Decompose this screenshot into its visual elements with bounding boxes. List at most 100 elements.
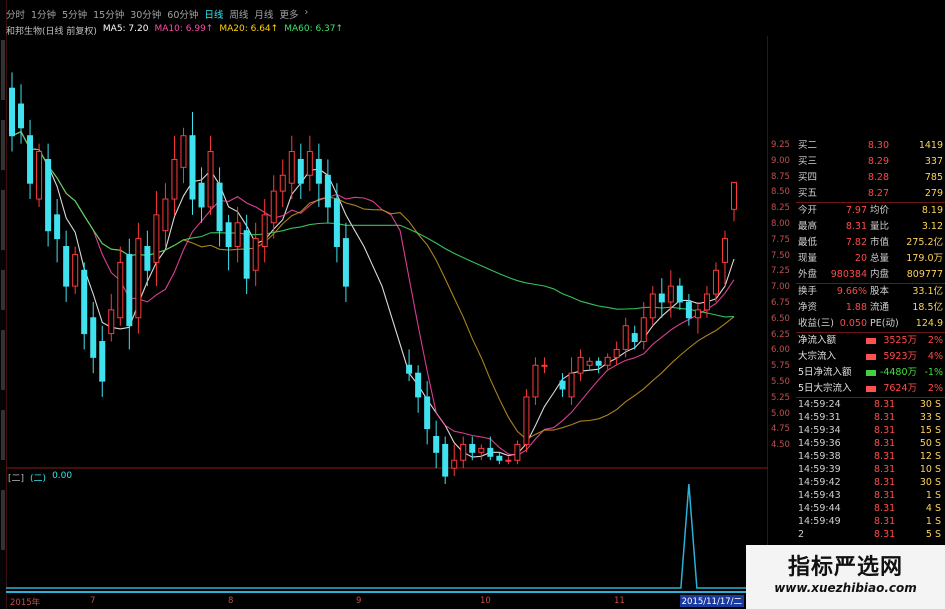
flow-row: 5日大宗流入 7624万 2%: [796, 381, 945, 397]
tab-monthly[interactable]: 月线: [254, 7, 273, 23]
tick-row: 14:59:43 8.31 1 S: [796, 489, 945, 502]
candle-body: [586, 360, 593, 366]
stat-label: 收益(三): [798, 318, 834, 329]
candle-body: [144, 246, 151, 271]
bid-volume: 279: [924, 188, 943, 199]
tick-volume: 33 S: [919, 412, 941, 423]
tab-daily[interactable]: 日线: [204, 7, 223, 23]
price-axis-label: 6.25: [771, 329, 790, 340]
chart-canvas[interactable]: 5432: [6, 36, 768, 594]
candle-body: [424, 396, 431, 430]
stat-label: 换手: [798, 286, 818, 297]
indicator-line: [6, 483, 768, 589]
tick-row: 14:59:49 8.31 1 S: [796, 515, 945, 528]
price-axis-label: 7.25: [771, 266, 790, 277]
candle-body: [487, 447, 494, 457]
candle-body: [27, 135, 34, 184]
watermark-logo: 指标严选网 www.xuezhibiao.com: [746, 545, 945, 609]
watermark-title: 指标严选网: [787, 555, 903, 580]
date-label: 10: [480, 596, 491, 606]
flow-row: 大宗流入 5923万 4%: [796, 349, 945, 365]
candle-body: [604, 356, 611, 366]
price-axis-label: 5.50: [771, 377, 790, 387]
indicator-bracket[interactable]: [二]: [8, 471, 24, 484]
candle-body: [207, 151, 214, 208]
price-axis-label: 6.50: [771, 313, 790, 324]
stat-value: 179.0万: [906, 253, 943, 264]
stat-value: 7.97: [845, 205, 867, 216]
price-axis-label: 6.00: [771, 345, 790, 356]
bid-volume: 1419: [918, 140, 943, 151]
price-axis-label: 9.00: [771, 155, 790, 166]
stat-label: 今开: [798, 205, 818, 216]
tick-volume: 30 S: [919, 477, 941, 488]
date-label: 7: [90, 596, 96, 606]
candle-body: [9, 87, 15, 137]
candle-body: [180, 135, 187, 168]
price-axis-label: 8.00: [771, 219, 790, 229]
candle-body: [532, 364, 539, 398]
candle-body: [54, 214, 61, 240]
current-date: 2015/11/17/二: [679, 595, 744, 607]
tick-volume: 5 S: [925, 529, 941, 540]
tab-more[interactable]: 更多: [279, 7, 298, 23]
tick-price: 8.31: [874, 516, 896, 527]
indicator-label: (二): [30, 474, 47, 484]
flow-row: 5日净流入额 -4480万 -1%: [796, 365, 945, 381]
tick-volume: 1 S: [925, 516, 941, 527]
candle-body: [731, 181, 737, 210]
flow-bar: [866, 386, 876, 392]
tick-time: 14:59:38: [798, 451, 841, 462]
tick-time: 14:59:43: [798, 490, 841, 501]
stat-value: 980384: [830, 269, 867, 280]
tab-1min[interactable]: 1分钟: [31, 7, 56, 23]
candle-body: [198, 182, 205, 208]
candle-body: [442, 443, 449, 477]
bid-row: 买五 8.27 279: [796, 186, 945, 202]
stat-label: 股本: [870, 286, 890, 297]
watermark-url: www.xuezhibiao.com: [774, 581, 917, 595]
stat-label: 最低: [798, 237, 818, 248]
candle-body: [694, 309, 701, 319]
candle-body: [261, 214, 268, 248]
price-axis-label: 8.50: [771, 187, 790, 198]
date-label: 2015年: [10, 598, 41, 608]
tick-row: 14:59:34 8.31 15 S: [796, 424, 945, 437]
lower-indicator-title: [二] (二) 0.00: [8, 471, 72, 484]
candle-body: [45, 158, 52, 232]
candle-body: [415, 372, 422, 398]
candle-body: [595, 360, 602, 366]
tab-5min[interactable]: 5分钟: [62, 7, 87, 23]
tab-30min[interactable]: 30分钟: [130, 7, 161, 23]
tab-fenshi[interactable]: 分时: [6, 7, 25, 23]
stat-label: 流通: [870, 302, 890, 313]
stat-label: 均价: [870, 205, 890, 216]
stat-label: 内盘: [870, 269, 890, 280]
candle-body: [451, 459, 458, 469]
candle-body: [108, 309, 115, 335]
tick-time: 2: [798, 529, 805, 540]
candle-body: [117, 261, 124, 319]
candle-body: [72, 253, 79, 287]
tab-weekly[interactable]: 周线: [229, 7, 248, 23]
candle-body: [478, 447, 485, 453]
tab-15min[interactable]: 15分钟: [93, 7, 124, 23]
tick-time: 14:59:31: [798, 412, 841, 423]
more-arrow-icon[interactable]: ›: [304, 7, 308, 23]
candle-body: [703, 293, 710, 311]
date-label: 8: [228, 596, 234, 606]
stat-value: 0.050: [839, 318, 867, 329]
stat-value: 8.31: [845, 221, 867, 232]
candle-body: [153, 214, 160, 263]
stat-value: 1.88: [845, 302, 867, 313]
candle-body: [640, 317, 647, 343]
price-axis-label: 7.50: [771, 250, 790, 261]
stat-value: 33.1亿: [912, 286, 943, 297]
stat-value: 7.82: [845, 237, 867, 248]
candle-body: [568, 372, 575, 398]
candle-body: [622, 325, 629, 350]
candle-body: [559, 380, 566, 390]
candle-body: [225, 222, 232, 248]
stat-row: 现量 20 总量 179.0万: [796, 251, 945, 267]
tab-60min[interactable]: 60分钟: [167, 7, 198, 23]
